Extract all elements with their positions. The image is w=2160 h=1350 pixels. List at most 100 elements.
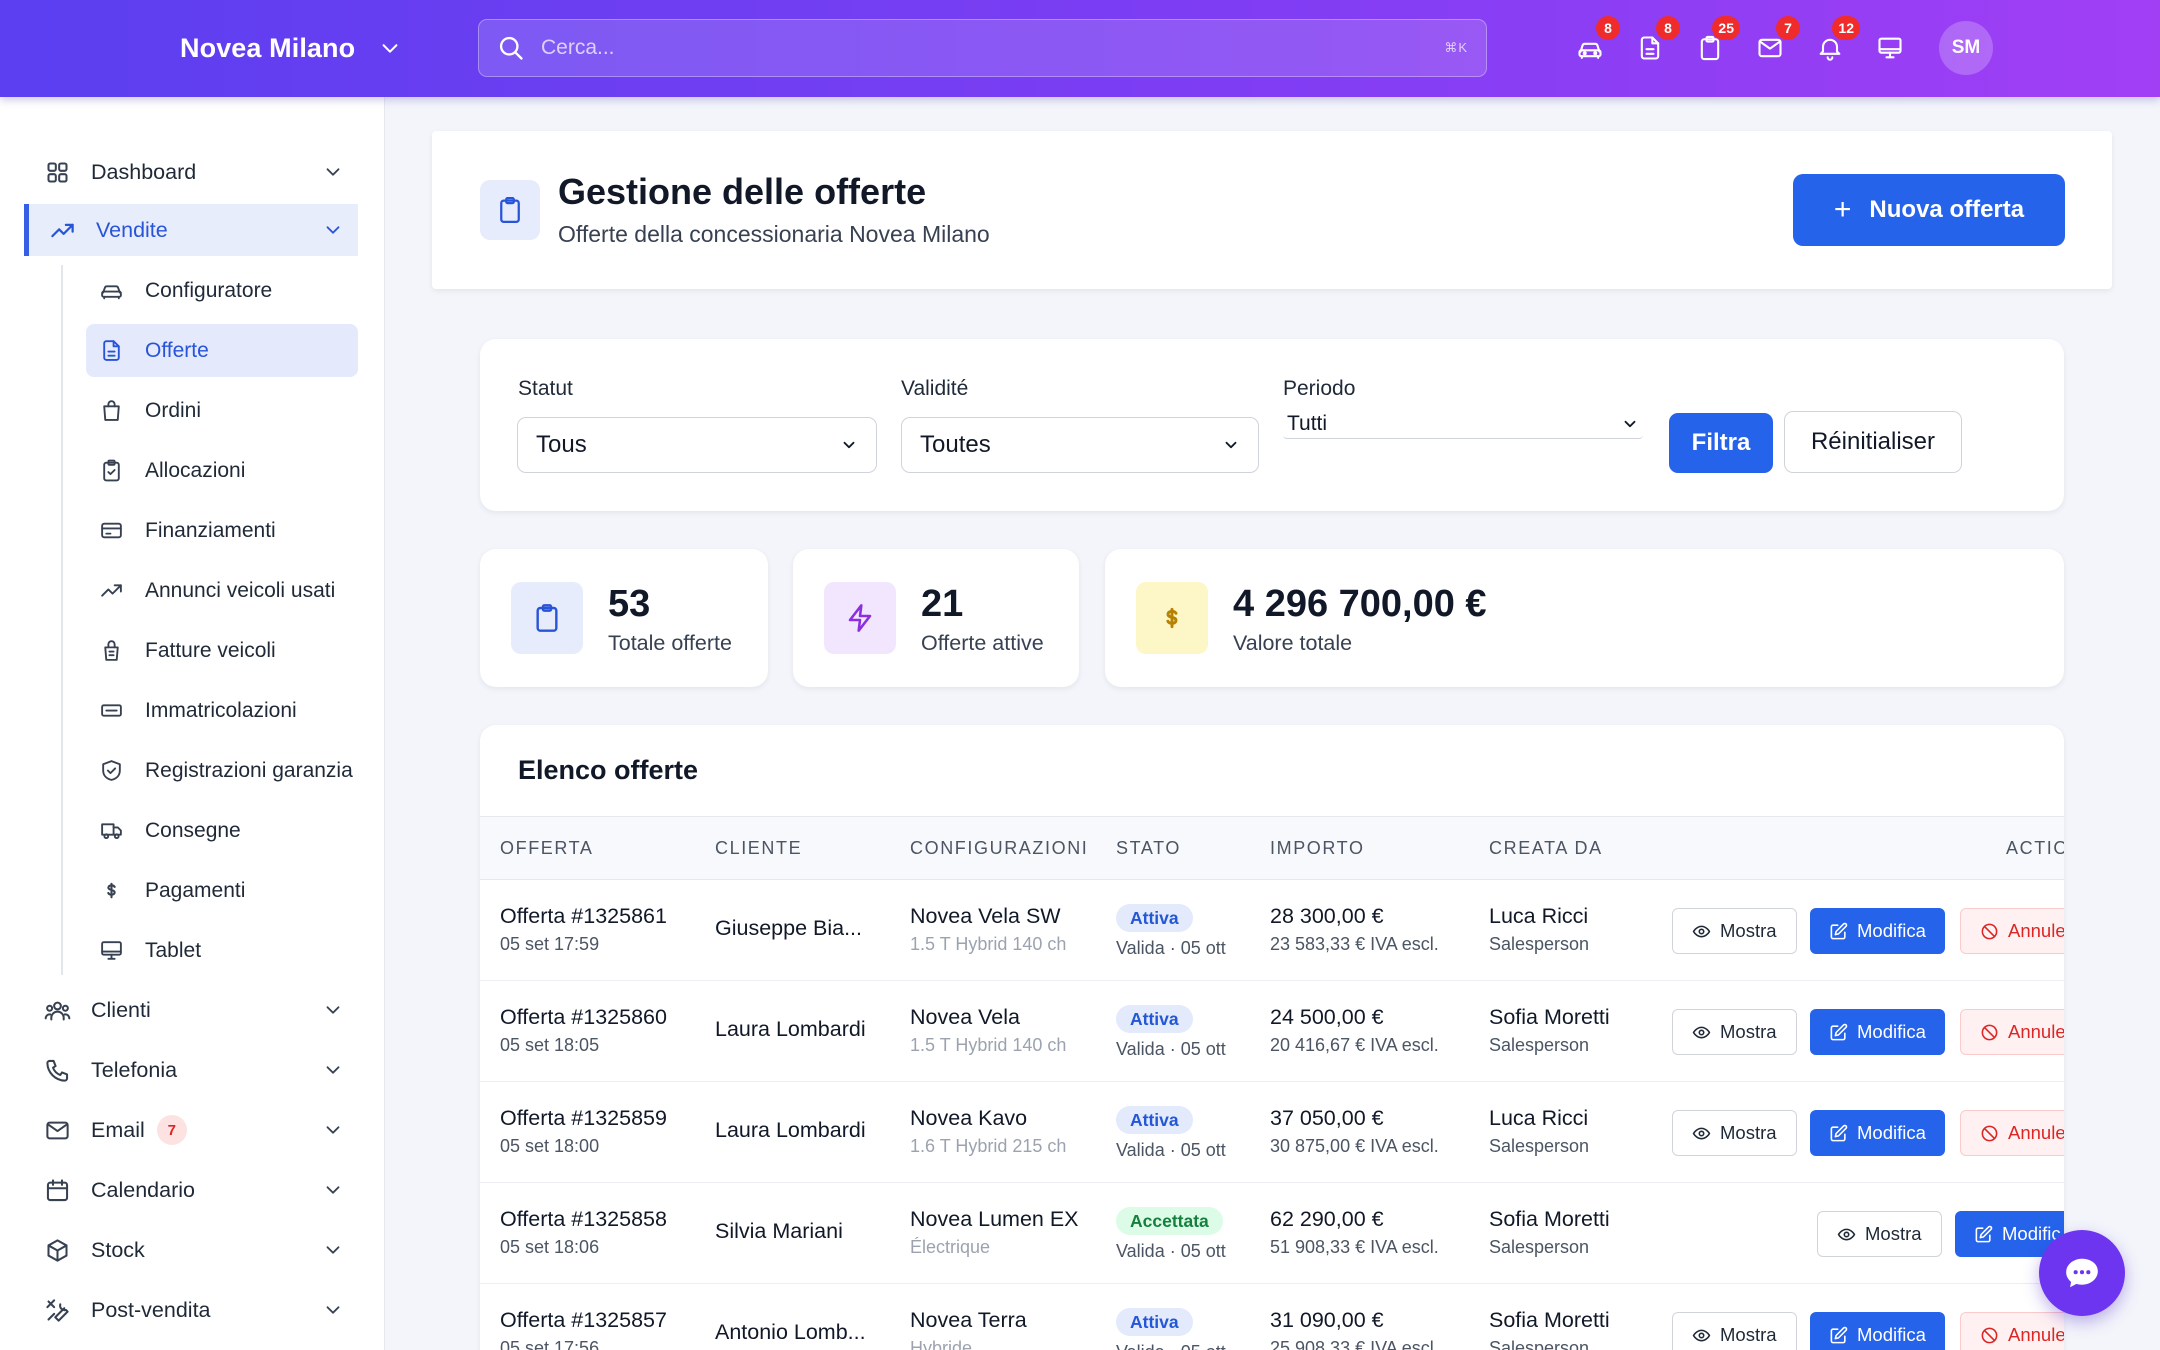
sidebar-item-post-vendita[interactable]: Post-vendita	[24, 1284, 358, 1336]
period-filter-select[interactable]: Tutti	[1283, 409, 1643, 439]
offer-number[interactable]: Offerta #1325858	[500, 1207, 667, 1232]
show-button-label: Mostra	[1720, 1324, 1777, 1345]
show-button[interactable]: Mostra	[1672, 1110, 1797, 1156]
amount: 62 290,00 €	[1270, 1207, 1384, 1231]
sidebar-subitem-configuratore[interactable]: Configuratore	[86, 264, 358, 317]
edit-button[interactable]: Modifica	[1810, 1110, 1945, 1156]
client-name[interactable]: Laura Lombardi	[715, 1017, 866, 1042]
search-input[interactable]	[541, 36, 1445, 60]
status-badge: Attiva	[1116, 1308, 1193, 1336]
top-notifications-button[interactable]: 12	[1812, 16, 1860, 66]
sidebar-subitem-pagamenti[interactable]: Pagamenti	[86, 864, 358, 917]
sidebar-subitem-consegne[interactable]: Consegne	[86, 804, 358, 857]
client-name[interactable]: Giuseppe Bia...	[715, 916, 862, 941]
column-header-importo[interactable]: IMPORTO	[1270, 838, 1365, 859]
dealership-switcher[interactable]: Novea Milano	[180, 28, 401, 68]
validity-filter-value: Toutes	[920, 431, 991, 458]
top-car-button[interactable]: 8	[1572, 16, 1620, 66]
sidebar-subitem-garanzia[interactable]: Registrazioni garanzia	[86, 744, 358, 797]
car-icon	[1578, 42, 1602, 59]
sidebar-item-vendite[interactable]: Vendite	[24, 204, 358, 256]
sidebar-subitem-tablet[interactable]: Tablet	[86, 924, 358, 977]
sidebar-item-calendario[interactable]: Calendario	[24, 1164, 358, 1216]
clipboard-icon	[536, 604, 558, 632]
sidebar-subitem-label: Immatricolazioni	[145, 698, 297, 722]
sidebar-subitem-annunci[interactable]: Annunci veicoli usati	[86, 564, 358, 617]
top-documents-button[interactable]: 8	[1632, 16, 1680, 66]
top-clipboard-button[interactable]: 25	[1692, 16, 1740, 66]
new-offer-button[interactable]: + Nuova offerta	[1793, 174, 2065, 246]
config-model: Novea Lumen EX	[910, 1207, 1079, 1231]
show-button-label: Mostra	[1720, 920, 1777, 941]
status-badge: Attiva	[1116, 1106, 1193, 1134]
creator-name: Luca Ricci	[1489, 904, 1589, 928]
cancel-button[interactable]: Annule	[1960, 1312, 2064, 1350]
eye-icon	[1837, 1228, 1856, 1240]
sidebar-subitem-allocazioni[interactable]: Allocazioni	[86, 444, 358, 497]
show-button[interactable]: Mostra	[1817, 1211, 1942, 1257]
show-button[interactable]: Mostra	[1672, 1312, 1797, 1350]
client-name[interactable]: Laura Lombardi	[715, 1118, 866, 1143]
edit-button[interactable]: Modifica	[1810, 908, 1945, 954]
amount-net: 30 875,00 € IVA escl.	[1270, 1136, 1439, 1156]
offer-number[interactable]: Offerta #1325861	[500, 904, 667, 929]
truck-icon	[100, 823, 122, 840]
sidebar-subitem-label: Consegne	[145, 818, 241, 842]
sidebar-item-stock[interactable]: Stock	[24, 1224, 358, 1276]
validity-filter-select[interactable]: Toutes	[901, 417, 1259, 473]
sidebar-subitem-immatricolazioni[interactable]: Immatricolazioni	[86, 684, 358, 737]
sidebar-item-clienti[interactable]: Clienti	[24, 984, 358, 1036]
top-monitor-button[interactable]	[1872, 30, 1908, 66]
sidebar-subitem-ordini[interactable]: Ordini	[86, 384, 358, 437]
column-header-stato[interactable]: STATO	[1116, 838, 1181, 859]
offer-date: 05 set 17:56	[500, 1338, 600, 1350]
sidebar-item-email[interactable]: Email 7	[24, 1104, 358, 1156]
column-header-configurazioni[interactable]: CONFIGURAZIONI	[910, 838, 1088, 859]
client-name[interactable]: Silvia Mariani	[715, 1219, 843, 1244]
column-header-cliente[interactable]: CLIENTE	[715, 838, 802, 859]
sidebar-item-dashboard[interactable]: Dashboard	[24, 146, 358, 198]
status-filter-select[interactable]: Tous	[517, 417, 877, 473]
cancel-button[interactable]: Annule	[1960, 1110, 2064, 1156]
cancel-button[interactable]: Annule	[1960, 1009, 2064, 1055]
filter-button[interactable]: Filtra	[1669, 413, 1773, 473]
sidebar-subitem-finanziamenti[interactable]: Finanziamenti	[86, 504, 358, 557]
table-row[interactable]: Offerta #1325861 05 set 17:59 Giuseppe B…	[480, 880, 2064, 981]
top-mail-button[interactable]: 7	[1752, 16, 1800, 66]
table-row[interactable]: Offerta #1325857 05 set 17:56 Antonio Lo…	[480, 1284, 2064, 1350]
sidebar-subitem-fatture[interactable]: Fatture veicoli	[86, 624, 358, 677]
offer-number[interactable]: Offerta #1325859	[500, 1106, 667, 1131]
period-filter-label: Periodo	[1283, 377, 1356, 400]
creator-name: Sofia Moretti	[1489, 1308, 1610, 1332]
edit-button[interactable]: Modifica	[1810, 1312, 1945, 1350]
header-icon-tile	[480, 180, 540, 240]
cancel-button[interactable]: Annule	[1960, 908, 2064, 954]
show-button[interactable]: Mostra	[1672, 1009, 1797, 1055]
reset-button[interactable]: Réinitialiser	[1784, 411, 1962, 473]
sidebar-subitem-offerte[interactable]: Offerte	[86, 324, 358, 377]
validity-filter-label: Validité	[901, 377, 969, 400]
chevron-down-icon	[1225, 441, 1237, 449]
search-bar[interactable]: ⌘K	[478, 19, 1487, 77]
eye-icon	[1692, 925, 1711, 937]
chat-button[interactable]	[2039, 1230, 2125, 1316]
table-row[interactable]: Offerta #1325859 05 set 18:00 Laura Lomb…	[480, 1082, 2064, 1183]
calendar-icon	[46, 1178, 68, 1201]
table-row[interactable]: Offerta #1325858 05 set 18:06 Silvia Mar…	[480, 1183, 2064, 1284]
search-shortcut: ⌘K	[1444, 40, 1468, 55]
edit-button-label: Modifica	[1857, 1324, 1926, 1345]
show-button[interactable]: Mostra	[1672, 908, 1797, 954]
column-header-offerta[interactable]: OFFERTA	[500, 838, 594, 859]
offer-number[interactable]: Offerta #1325857	[500, 1308, 667, 1333]
column-header-creata-da[interactable]: CREATA DA	[1489, 838, 1603, 859]
edit-button-label: Modifica	[1857, 1122, 1926, 1143]
user-avatar[interactable]: SM	[1939, 21, 1993, 75]
table-row[interactable]: Offerta #1325860 05 set 18:05 Laura Lomb…	[480, 981, 2064, 1082]
edit-button[interactable]: Modifica	[1810, 1009, 1945, 1055]
stat-value: 53	[608, 583, 651, 625]
offer-number[interactable]: Offerta #1325860	[500, 1005, 667, 1030]
users-icon	[44, 1001, 70, 1021]
sidebar-item-label: Telefonia	[91, 1057, 178, 1082]
client-name[interactable]: Antonio Lomb...	[715, 1320, 866, 1345]
sidebar-item-telefonia[interactable]: Telefonia	[24, 1044, 358, 1096]
